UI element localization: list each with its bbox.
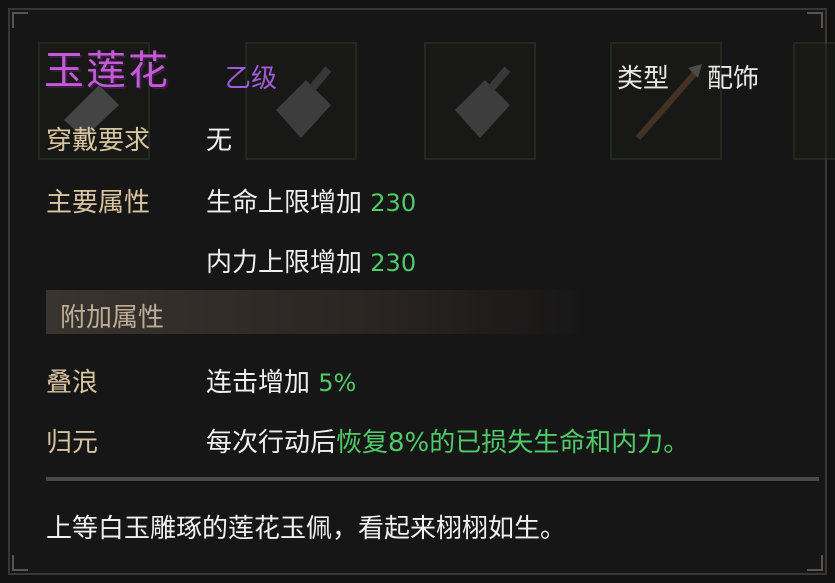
- extra-attribute-row: 每次行动后恢复8%的已损失生命和内力。: [206, 422, 689, 459]
- extra-attributes-header: 附加属性: [46, 290, 591, 334]
- attribute-highlight: 恢复8%的已损失生命和内力。: [336, 428, 690, 458]
- inventory-slot[interactable]: [424, 42, 536, 160]
- item-type-label: 类型: [617, 64, 670, 94]
- main-attribute-row: 生命上限增加 230: [206, 182, 416, 219]
- item-grade: 乙级: [225, 64, 278, 94]
- attribute-value: 230: [370, 249, 417, 277]
- corner-decoration: [807, 555, 823, 571]
- main-attributes-label: 主要属性: [46, 188, 151, 218]
- corner-decoration: [807, 12, 823, 28]
- section-title: 附加属性: [60, 303, 165, 333]
- inventory-slot[interactable]: [793, 42, 835, 160]
- extra-attribute-row: 连击增加 5%: [206, 362, 356, 399]
- attribute-value: 230: [370, 189, 417, 217]
- attribute-text: 生命上限增加: [206, 188, 363, 218]
- corner-decoration: [12, 555, 28, 571]
- item-description: 上等白玉雕琢的莲花玉佩，看起来栩栩如生。: [46, 514, 567, 544]
- attribute-text: 连击增加: [206, 368, 311, 398]
- requirement-label: 穿戴要求: [46, 126, 151, 156]
- cleaver-icon: [455, 66, 511, 138]
- attribute-value: 5%: [318, 369, 357, 397]
- requirement-value: 无: [206, 126, 233, 156]
- main-attribute-row: 内力上限增加 230: [206, 242, 416, 279]
- extra-attribute-name: 叠浪: [46, 368, 99, 398]
- extra-attribute-name: 归元: [46, 428, 99, 458]
- attribute-text: 内力上限增加: [206, 248, 363, 278]
- item-type-value: 配饰: [707, 64, 760, 94]
- divider: [46, 477, 819, 481]
- corner-decoration: [12, 12, 28, 28]
- item-name: 玉莲花: [44, 48, 170, 94]
- attribute-text: 每次行动后: [206, 428, 337, 458]
